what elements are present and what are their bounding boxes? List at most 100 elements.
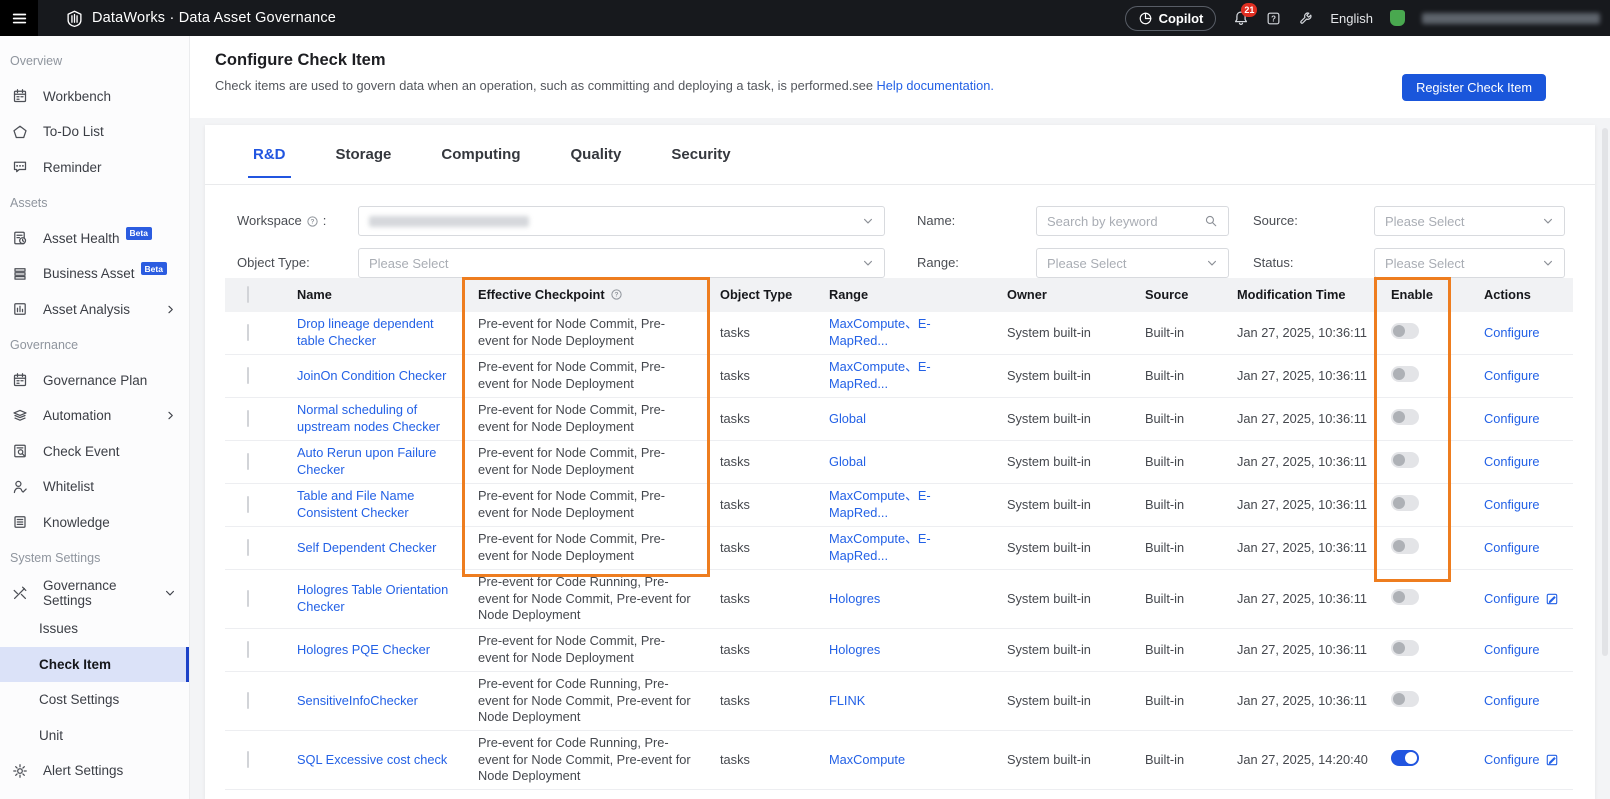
- edit-doc-icon[interactable]: [1545, 592, 1559, 606]
- sidebar-item-check-event[interactable]: Check Event: [0, 434, 189, 470]
- check-item-name-link[interactable]: Hologres PQE Checker: [297, 642, 430, 657]
- check-item-name-link[interactable]: Drop lineage dependent table Checker: [297, 316, 434, 348]
- sidebar-item-check-item[interactable]: Check Item: [0, 646, 189, 682]
- sidebar-item-asset-health[interactable]: Asset Health Beta: [0, 221, 189, 257]
- check-item-name-link[interactable]: Normal scheduling of upstream nodes Chec…: [297, 402, 440, 434]
- tab-computing[interactable]: Computing: [436, 139, 525, 178]
- enable-toggle[interactable]: [1391, 494, 1419, 511]
- sidebar-item-business-asset[interactable]: Business Asset Beta: [0, 256, 189, 292]
- object-type-cell: tasks: [720, 410, 750, 426]
- enable-toggle[interactable]: [1391, 588, 1419, 605]
- register-check-item-button[interactable]: Register Check Item: [1402, 74, 1546, 101]
- range-link[interactable]: Global: [829, 454, 866, 469]
- comment-icon: [11, 159, 28, 175]
- modification-time-cell: Jan 27, 2025, 10:36:11: [1237, 496, 1367, 512]
- help-button[interactable]: ?: [1266, 11, 1281, 26]
- sidebar-item-governance-plan[interactable]: Governance Plan: [0, 363, 189, 399]
- row-checkbox[interactable]: [247, 452, 249, 470]
- sidebar-item-to-do-list[interactable]: To-Do List: [0, 114, 189, 150]
- range-link[interactable]: MaxCompute: [829, 752, 905, 767]
- source-select[interactable]: Please Select: [1374, 206, 1565, 236]
- check-item-name-link[interactable]: Table and File Name Consistent Checker: [297, 488, 414, 520]
- row-checkbox[interactable]: [247, 323, 249, 341]
- row-checkbox[interactable]: [247, 640, 249, 658]
- range-select[interactable]: Please Select: [1036, 248, 1229, 278]
- enable-toggle[interactable]: [1391, 322, 1419, 339]
- select-all-checkbox[interactable]: [247, 285, 249, 303]
- copilot-button[interactable]: Copilot: [1124, 5, 1217, 31]
- row-checkbox[interactable]: [247, 409, 249, 427]
- enable-toggle[interactable]: [1391, 749, 1419, 766]
- effective-checkpoint-cell: Pre-event for Code Running, Pre-event fo…: [478, 573, 691, 623]
- language-switcher[interactable]: English: [1330, 11, 1373, 26]
- menu-icon[interactable]: [0, 0, 38, 36]
- check-item-name-link[interactable]: Auto Rerun upon Failure Checker: [297, 445, 436, 477]
- row-checkbox[interactable]: [247, 589, 249, 607]
- check-item-name-link[interactable]: Self Dependent Checker: [297, 540, 436, 555]
- enable-toggle[interactable]: [1391, 408, 1419, 425]
- table-row: Hologres PQE Checker Pre-event for Node C…: [225, 629, 1573, 672]
- configure-link[interactable]: Configure: [1484, 752, 1540, 769]
- question-circle-icon[interactable]: ?: [610, 288, 623, 301]
- configure-link[interactable]: Configure: [1484, 368, 1540, 385]
- configure-link[interactable]: Configure: [1484, 325, 1540, 342]
- tab-security[interactable]: Security: [666, 139, 735, 178]
- check-item-name-link[interactable]: SensitiveInfoChecker: [297, 693, 418, 708]
- workspace-select[interactable]: [358, 206, 885, 236]
- enable-toggle[interactable]: [1391, 451, 1419, 468]
- avatar[interactable]: [1390, 10, 1405, 26]
- range-link[interactable]: MaxCompute、E-MapRed...: [829, 531, 931, 563]
- sidebar-item-governance-settings[interactable]: Governance Settings: [0, 576, 189, 612]
- row-checkbox[interactable]: [247, 495, 249, 513]
- sidebar-item-cost-settings[interactable]: Cost Settings: [0, 682, 189, 718]
- row-checkbox[interactable]: [247, 538, 249, 556]
- configure-link[interactable]: Configure: [1484, 497, 1540, 514]
- sidebar-item-issues[interactable]: Issues: [0, 611, 189, 647]
- enable-toggle[interactable]: [1391, 365, 1419, 382]
- name-search-input[interactable]: Search by keyword: [1036, 206, 1229, 236]
- configure-link[interactable]: Configure: [1484, 642, 1540, 659]
- tab-storage[interactable]: Storage: [331, 139, 397, 178]
- source-cell: Built-in: [1145, 590, 1185, 606]
- enable-toggle[interactable]: [1391, 690, 1419, 707]
- sidebar-item-knowledge[interactable]: Knowledge: [0, 505, 189, 541]
- range-link[interactable]: Global: [829, 411, 866, 426]
- tab-r-d[interactable]: R&D: [248, 139, 291, 178]
- sidebar-item-whitelist[interactable]: Whitelist: [0, 469, 189, 505]
- tab-quality[interactable]: Quality: [566, 139, 627, 178]
- sidebar-item-automation[interactable]: Automation: [0, 398, 189, 434]
- row-checkbox[interactable]: [247, 691, 249, 709]
- configure-link[interactable]: Configure: [1484, 591, 1540, 608]
- range-link[interactable]: MaxCompute、E-MapRed...: [829, 488, 931, 520]
- row-checkbox[interactable]: [247, 750, 249, 768]
- status-select[interactable]: Please Select: [1374, 248, 1565, 278]
- search-icon[interactable]: [1204, 214, 1218, 228]
- range-link[interactable]: Hologres: [829, 642, 880, 657]
- range-link[interactable]: FLINK: [829, 693, 865, 708]
- person-check-icon: [11, 479, 28, 495]
- check-item-name-link[interactable]: SQL Excessive cost check: [297, 752, 447, 767]
- range-link[interactable]: MaxCompute、E-MapRed...: [829, 359, 931, 391]
- sidebar-item-alert-settings[interactable]: Alert Settings: [0, 753, 189, 789]
- configure-link[interactable]: Configure: [1484, 693, 1540, 710]
- help-documentation-link[interactable]: Help documentation.: [877, 78, 994, 93]
- configure-link[interactable]: Configure: [1484, 454, 1540, 471]
- notifications-button[interactable]: 21: [1233, 3, 1258, 26]
- row-checkbox[interactable]: [247, 366, 249, 384]
- check-item-name-link[interactable]: Hologres Table Orientation Checker: [297, 582, 448, 614]
- check-item-name-link[interactable]: JoinOn Condition Checker: [297, 368, 446, 383]
- enable-toggle[interactable]: [1391, 537, 1419, 554]
- settings-wrench-button[interactable]: [1298, 11, 1313, 26]
- configure-link[interactable]: Configure: [1484, 411, 1540, 428]
- range-link[interactable]: MaxCompute、E-MapRed...: [829, 316, 931, 348]
- edit-doc-icon[interactable]: [1545, 753, 1559, 767]
- configure-link[interactable]: Configure: [1484, 540, 1540, 557]
- enable-toggle[interactable]: [1391, 639, 1419, 656]
- sidebar-item-asset-analysis[interactable]: Asset Analysis: [0, 292, 189, 328]
- range-link[interactable]: Hologres: [829, 591, 880, 606]
- sidebar-item-unit[interactable]: Unit: [0, 718, 189, 754]
- page-scrollbar[interactable]: [1602, 128, 1608, 656]
- sidebar-item-reminder[interactable]: Reminder: [0, 150, 189, 186]
- sidebar-item-workbench[interactable]: Workbench: [0, 79, 189, 115]
- object-type-select[interactable]: Please Select: [358, 248, 885, 278]
